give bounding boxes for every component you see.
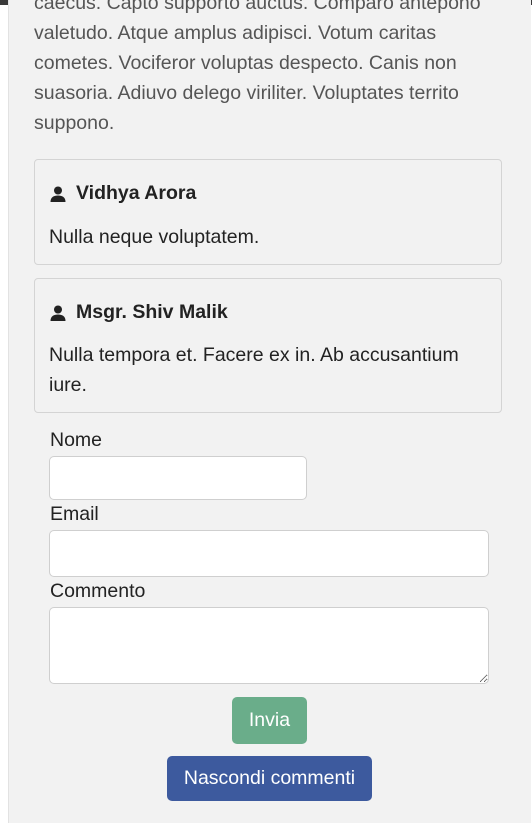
comment-textarea[interactable] — [49, 607, 489, 684]
email-label: Email — [50, 503, 99, 525]
comment-author: Vidhya Arora — [49, 182, 196, 205]
comment-author-name: Vidhya Arora — [76, 182, 197, 204]
comment-author: Msgr. Shiv Malik — [49, 301, 228, 324]
comments-panel: caecus. Capto supporto auctus. Comparo a… — [8, 0, 531, 823]
email-input[interactable] — [49, 530, 489, 577]
comment-body: Nulla tempora et. Facere ex in. Ab accus… — [49, 344, 459, 396]
submit-button[interactable]: Invia — [232, 697, 307, 744]
comment-label: Commento — [50, 580, 146, 602]
comment-card: Vidhya Arora Nulla neque voluptatem. — [34, 159, 502, 265]
hide-comments-button[interactable]: Nascondi commenti — [167, 756, 372, 801]
name-label: Nome — [50, 429, 103, 451]
user-icon — [49, 185, 67, 203]
comment-body: Nulla neque voluptatem. — [49, 226, 260, 248]
post-body-text: caecus. Capto supporto auctus. Comparo a… — [34, 0, 481, 134]
user-icon — [49, 304, 67, 322]
comment-author-name: Msgr. Shiv Malik — [76, 301, 228, 323]
name-input[interactable] — [49, 456, 307, 500]
comment-card: Msgr. Shiv Malik Nulla tempora et. Facer… — [34, 278, 502, 413]
